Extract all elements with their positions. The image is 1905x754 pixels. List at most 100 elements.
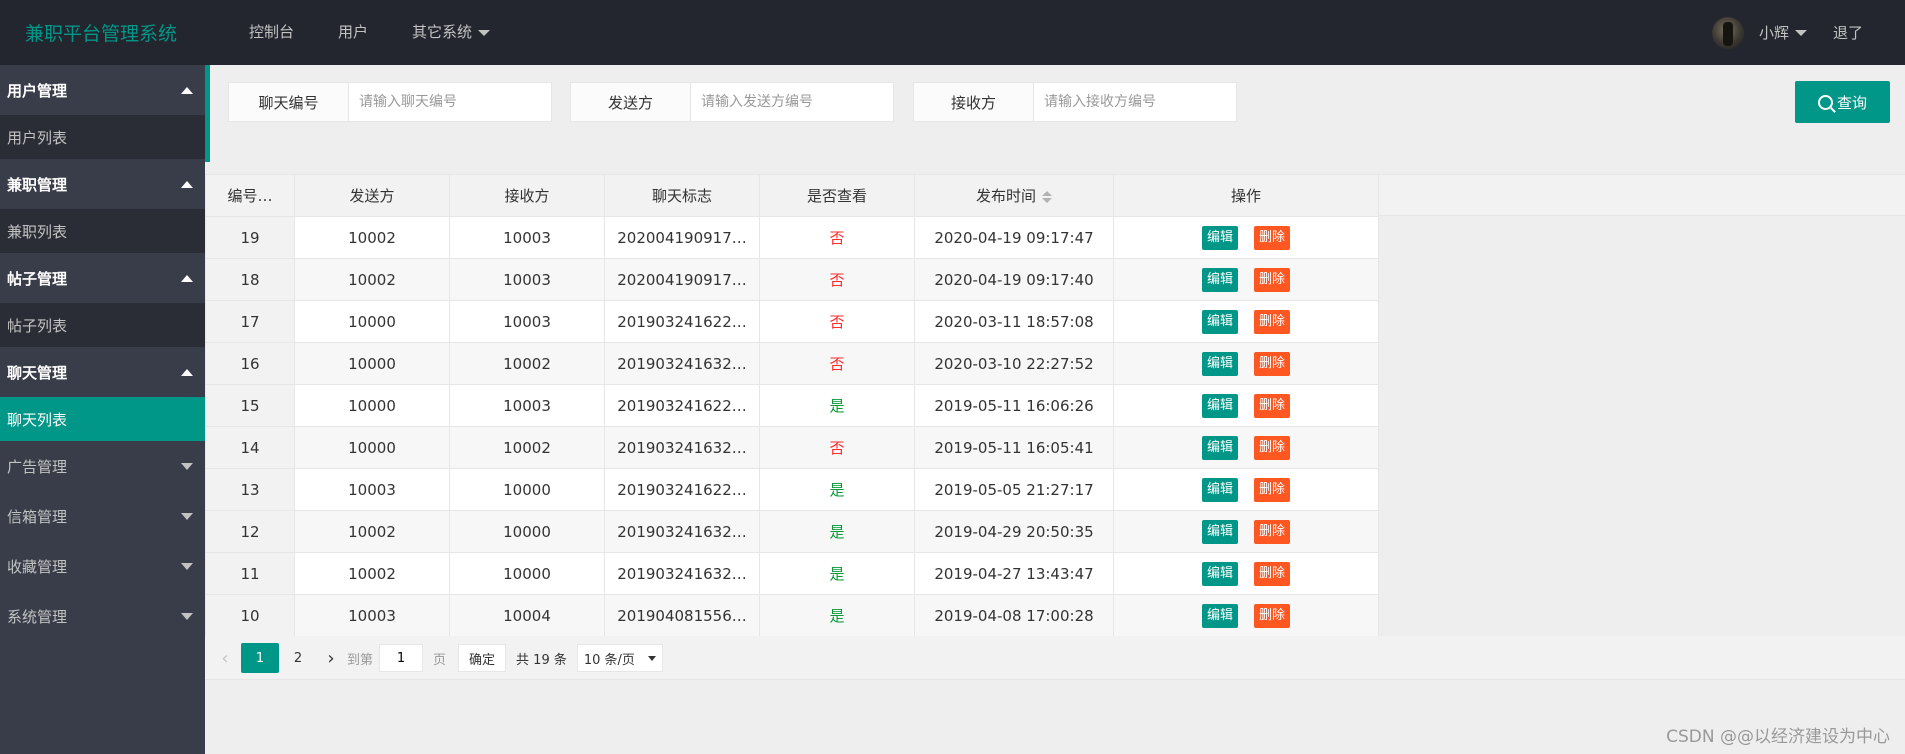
- delete-button[interactable]: 删除: [1254, 309, 1291, 334]
- receiver-input[interactable]: [1034, 83, 1236, 121]
- sidebar-item-user-list[interactable]: 用户列表: [0, 115, 205, 159]
- next-page-icon[interactable]: ›: [321, 643, 341, 673]
- sidebar-group-job-management[interactable]: 兼职管理: [0, 159, 205, 209]
- page-button-2[interactable]: 2: [279, 643, 317, 673]
- delete-button[interactable]: 删除: [1254, 435, 1291, 460]
- column-header-viewed[interactable]: 是否查看: [759, 174, 915, 217]
- chevron-down-icon: [181, 562, 193, 570]
- delete-button[interactable]: 删除: [1254, 561, 1291, 586]
- avatar[interactable]: [1711, 16, 1744, 49]
- sender-search-group: 发送方: [570, 82, 894, 122]
- cell-chat-flag: 202004190917…: [604, 258, 760, 301]
- cell-id: 13: [205, 468, 295, 511]
- chat-id-input[interactable]: [349, 83, 551, 121]
- app-logo-title[interactable]: 兼职平台管理系统: [25, 19, 177, 46]
- cell-publish-time: 2020-03-11 18:57:08: [914, 300, 1114, 343]
- delete-button[interactable]: 删除: [1254, 519, 1291, 544]
- page-button-1[interactable]: 1: [241, 643, 279, 673]
- prev-page-icon[interactable]: ‹: [215, 643, 235, 673]
- query-button[interactable]: 查询: [1795, 81, 1890, 123]
- edit-button[interactable]: 编辑: [1201, 603, 1238, 628]
- column-header-chat-flag[interactable]: 聊天标志: [604, 174, 760, 217]
- search-icon: [1817, 94, 1833, 110]
- sidebar-item-chat-list[interactable]: 聊天列表: [0, 397, 205, 441]
- cell-sender: 10002: [294, 552, 450, 595]
- sidebar: 用户管理 用户列表 兼职管理 兼职列表 帖子管理 帖子列表 聊天管理 聊天列表 …: [0, 65, 205, 754]
- cell-viewed: 否: [759, 216, 915, 259]
- table-row: 15 10000 10003 201903241622… 是 2019-05-11 16:…: [205, 384, 1379, 427]
- topnav-other-systems[interactable]: 其它系统: [390, 0, 512, 65]
- cell-sender: 10002: [294, 258, 450, 301]
- receiver-label: 接收方: [914, 83, 1034, 121]
- sort-icon[interactable]: [1042, 190, 1052, 203]
- chevron-down-icon: [181, 462, 193, 470]
- column-header-receiver[interactable]: 接收方: [449, 174, 605, 217]
- cell-sender: 10002: [294, 216, 450, 259]
- column-header-sender[interactable]: 发送方: [294, 174, 450, 217]
- cell-actions: 编辑 删除: [1113, 300, 1379, 343]
- delete-button[interactable]: 删除: [1254, 603, 1291, 628]
- cell-chat-flag: 201903241632…: [604, 426, 760, 469]
- cell-publish-time: 2020-04-19 09:17:40: [914, 258, 1114, 301]
- table-header-row: 编号… 发送方 接收方 聊天标志 是否查看 发布时间 操作: [205, 174, 1379, 217]
- delete-button[interactable]: 删除: [1254, 351, 1291, 376]
- user-menu[interactable]: 小辉: [1759, 22, 1807, 43]
- cell-chat-flag: 201903241632…: [604, 510, 760, 553]
- table-row: 14 10000 10002 201903241632… 否 2019-05-11 16:…: [205, 426, 1379, 469]
- cell-publish-time: 2019-04-08 17:00:28: [914, 594, 1114, 637]
- watermark: CSDN @@以经济建设为中心: [1666, 727, 1890, 747]
- chevron-down-icon: [181, 512, 193, 520]
- goto-confirm-button[interactable]: 确定: [458, 644, 507, 672]
- edit-button[interactable]: 编辑: [1201, 309, 1238, 334]
- cell-chat-flag: 202004190917…: [604, 216, 760, 259]
- edit-button[interactable]: 编辑: [1201, 561, 1238, 586]
- cell-chat-flag: 201903241632…: [604, 342, 760, 385]
- sidebar-group-mailbox-management[interactable]: 信箱管理: [0, 491, 205, 541]
- chevron-up-icon: [181, 180, 193, 188]
- edit-button[interactable]: 编辑: [1201, 477, 1238, 502]
- cell-actions: 编辑 删除: [1113, 552, 1379, 595]
- delete-button[interactable]: 删除: [1254, 267, 1291, 292]
- edit-button[interactable]: 编辑: [1201, 393, 1238, 418]
- delete-button[interactable]: 删除: [1254, 477, 1291, 502]
- sidebar-group-post-management[interactable]: 帖子管理: [0, 253, 205, 303]
- goto-page-input[interactable]: [379, 644, 424, 672]
- cell-viewed: 是: [759, 510, 915, 553]
- edit-button[interactable]: 编辑: [1201, 519, 1238, 544]
- sidebar-group-ad-management[interactable]: 广告管理: [0, 441, 205, 491]
- sidebar-group-favorites-management[interactable]: 收藏管理: [0, 541, 205, 591]
- sidebar-group-label: 聊天管理: [7, 363, 68, 382]
- edit-button[interactable]: 编辑: [1201, 225, 1238, 250]
- cell-viewed: 否: [759, 342, 915, 385]
- edit-button[interactable]: 编辑: [1201, 435, 1238, 460]
- chevron-down-icon: [1794, 29, 1807, 36]
- sidebar-item-post-list[interactable]: 帖子列表: [0, 303, 205, 347]
- topnav-users[interactable]: 用户: [316, 0, 390, 65]
- edit-button[interactable]: 编辑: [1201, 351, 1238, 376]
- sidebar-group-system-management[interactable]: 系统管理: [0, 591, 205, 641]
- sidebar-group-user-management[interactable]: 用户管理: [0, 65, 205, 115]
- sidebar-item-job-list[interactable]: 兼职列表: [0, 209, 205, 253]
- column-header-id[interactable]: 编号…: [205, 174, 295, 217]
- user-area: 小辉 退了: [1711, 0, 1905, 65]
- column-header-publish-time-label: 发布时间: [975, 187, 1036, 205]
- column-header-publish-time[interactable]: 发布时间: [914, 174, 1114, 217]
- delete-button[interactable]: 删除: [1254, 225, 1291, 250]
- cell-publish-time: 2019-05-05 21:27:17: [914, 468, 1114, 511]
- cell-actions: 编辑 删除: [1113, 216, 1379, 259]
- cell-viewed: 否: [759, 300, 915, 343]
- cell-id: 15: [205, 384, 295, 427]
- table-row: 16 10000 10002 201903241632… 否 2020-03-10 22:…: [205, 342, 1379, 385]
- cell-receiver: 10004: [449, 594, 605, 637]
- delete-button[interactable]: 删除: [1254, 393, 1291, 418]
- sender-input[interactable]: [691, 83, 893, 121]
- cell-receiver: 10002: [449, 426, 605, 469]
- total-count: 共 19 条: [516, 652, 567, 668]
- logout-link[interactable]: 退了: [1833, 22, 1863, 43]
- page-size-select[interactable]: 10 条/页: [576, 644, 663, 672]
- sidebar-group-chat-management[interactable]: 聊天管理: [0, 347, 205, 397]
- edit-button[interactable]: 编辑: [1201, 267, 1238, 292]
- cell-id: 17: [205, 300, 295, 343]
- topnav-dashboard[interactable]: 控制台: [227, 0, 316, 65]
- cell-id: 11: [205, 552, 295, 595]
